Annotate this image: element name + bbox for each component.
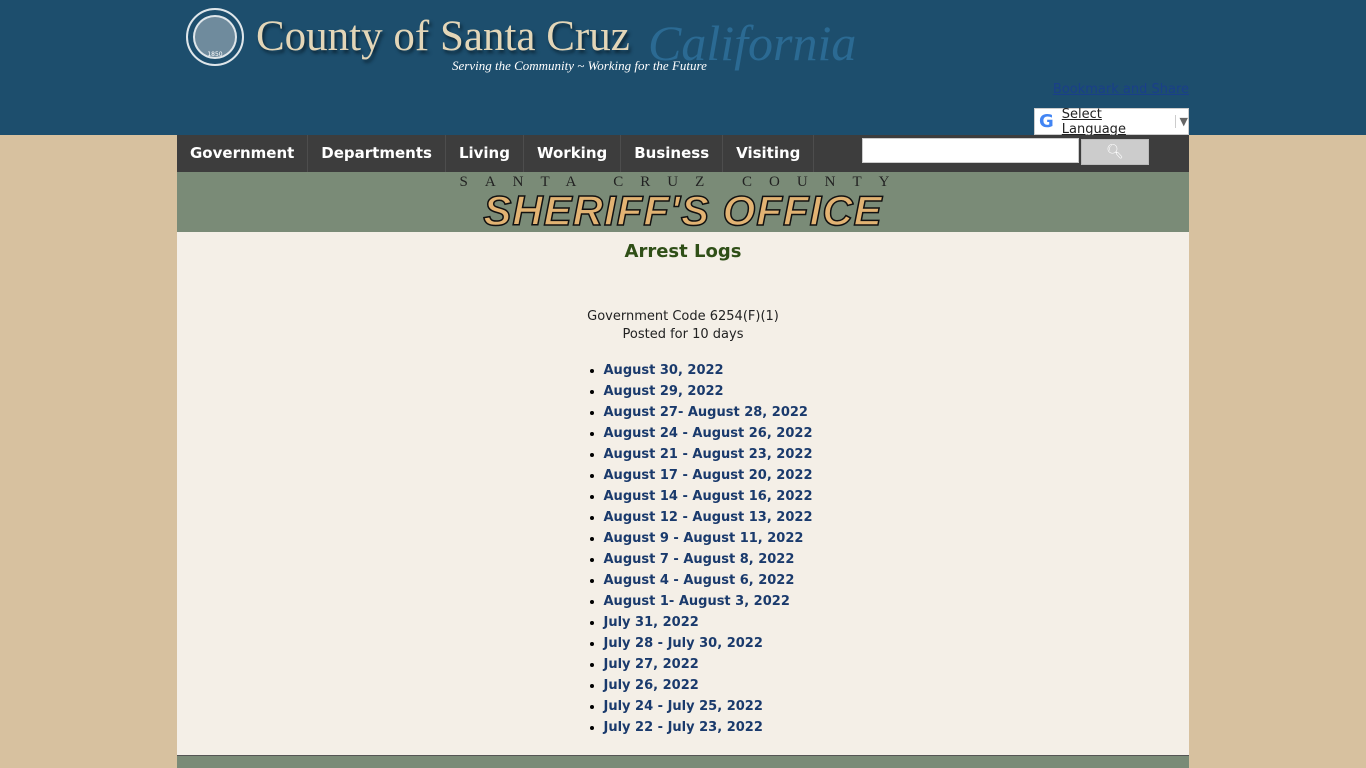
list-item: August 24 - August 26, 2022	[604, 423, 813, 444]
list-item: August 27- August 28, 2022	[604, 402, 813, 423]
google-icon: G	[1039, 111, 1054, 132]
arrest-log-link[interactable]: August 27- August 28, 2022	[604, 405, 808, 420]
search-input[interactable]	[862, 138, 1079, 163]
arrest-log-link[interactable]: August 29, 2022	[604, 384, 724, 399]
arrest-log-link[interactable]: August 7 - August 8, 2022	[604, 552, 795, 567]
sheriff-banner: SANTA CRUZ COUNTY SHERIFF'S OFFICE	[177, 172, 1189, 232]
list-item: August 21 - August 23, 2022	[604, 444, 813, 465]
arrest-log-link[interactable]: August 24 - August 26, 2022	[604, 426, 813, 441]
site-header: 1850 California County of Santa Cruz Ser…	[0, 0, 1366, 137]
search-icon: 🔍︎	[1106, 144, 1124, 160]
arrest-log-link[interactable]: July 27, 2022	[604, 657, 699, 672]
list-item: August 12 - August 13, 2022	[604, 507, 813, 528]
arrest-log-list: August 30, 2022 August 29, 2022 August 27-…	[554, 360, 813, 738]
dropdown-arrow-icon: ▼	[1174, 115, 1188, 128]
list-item: July 24 - July 25, 2022	[604, 696, 813, 717]
arrest-log-link[interactable]: July 28 - July 30, 2022	[604, 636, 763, 651]
list-item: August 14 - August 16, 2022	[604, 486, 813, 507]
language-select[interactable]: G Select Language ▼	[1034, 107, 1189, 137]
arrest-log-link[interactable]: August 17 - August 20, 2022	[604, 468, 813, 483]
arrest-log-link[interactable]: August 4 - August 6, 2022	[604, 573, 795, 588]
list-item: July 31, 2022	[604, 612, 813, 633]
county-seal-logo[interactable]: 1850	[186, 8, 244, 66]
nav-visiting[interactable]: Visiting	[723, 135, 815, 172]
list-item: August 4 - August 6, 2022	[604, 570, 813, 591]
arrest-log-link[interactable]: August 14 - August 16, 2022	[604, 489, 813, 504]
tagline: Serving the Community ~ Working for the …	[452, 58, 707, 73]
list-item: July 26, 2022	[604, 675, 813, 696]
list-item: July 28 - July 30, 2022	[604, 633, 813, 654]
posted-note: Posted for 10 days	[622, 327, 744, 342]
arrest-log-link[interactable]: July 24 - July 25, 2022	[604, 699, 763, 714]
arrest-log-link[interactable]: August 21 - August 23, 2022	[604, 447, 813, 462]
site-title[interactable]: County of Santa Cruz	[256, 12, 630, 61]
page-title: Arrest Logs	[624, 241, 742, 262]
arrest-log-link[interactable]: August 12 - August 13, 2022	[604, 510, 813, 525]
nav-departments[interactable]: Departments	[308, 135, 446, 172]
list-item: July 27, 2022	[604, 654, 813, 675]
nav-working[interactable]: Working	[524, 135, 622, 172]
list-item: July 22 - July 23, 2022	[604, 717, 813, 738]
arrest-log-link[interactable]: July 31, 2022	[604, 615, 699, 630]
search-button[interactable]: 🔍︎	[1081, 139, 1149, 165]
list-item: August 1- August 3, 2022	[604, 591, 813, 612]
arrest-log-link[interactable]: August 30, 2022	[604, 363, 724, 378]
nav-living[interactable]: Living	[446, 135, 524, 172]
arrest-log-link[interactable]: August 1- August 3, 2022	[604, 594, 790, 609]
list-item: August 29, 2022	[604, 381, 813, 402]
arrest-log-link[interactable]: July 22 - July 23, 2022	[604, 720, 763, 735]
government-code: Government Code 6254(F)(1)	[587, 309, 779, 324]
arrest-log-link[interactable]: August 9 - August 11, 2022	[604, 531, 804, 546]
bookmark-share-link[interactable]: Bookmark and Share	[1053, 82, 1189, 97]
nav-government[interactable]: Government	[177, 135, 309, 172]
list-item: August 7 - August 8, 2022	[604, 549, 813, 570]
list-item: August 30, 2022	[604, 360, 813, 381]
footer	[177, 755, 1189, 768]
nav-business[interactable]: Business	[621, 135, 724, 172]
list-item: August 9 - August 11, 2022	[604, 528, 813, 549]
arrest-log-link[interactable]: July 26, 2022	[604, 678, 699, 693]
list-item: August 17 - August 20, 2022	[604, 465, 813, 486]
content: Arrest Logs Government Code 6254(F)(1) Po…	[177, 232, 1189, 755]
